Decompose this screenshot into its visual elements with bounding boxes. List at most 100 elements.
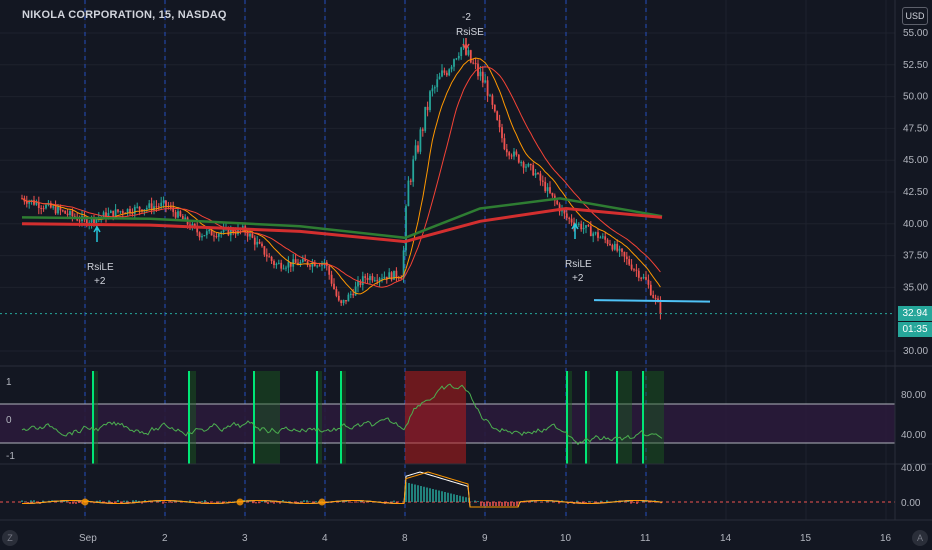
candle-body xyxy=(623,251,626,257)
candle-body xyxy=(328,265,331,275)
price-tick-label: 30.00 xyxy=(903,346,928,357)
candle-body xyxy=(484,80,487,83)
candle-body xyxy=(112,210,115,217)
last-price-tag: 32.94 xyxy=(898,306,932,321)
currency-button[interactable]: USD xyxy=(902,7,928,25)
price-tick-label: 35.00 xyxy=(903,282,928,293)
candle-body xyxy=(361,276,364,286)
candle-body xyxy=(568,217,571,219)
candle-body xyxy=(273,260,275,266)
candle-body xyxy=(378,278,381,281)
chart-title: NIKOLA CORPORATION, 15, NASDAQ xyxy=(22,9,227,21)
candle-body xyxy=(33,200,35,205)
candle-body xyxy=(628,259,631,265)
time-tick-label: Sep xyxy=(79,533,97,544)
candle-body xyxy=(474,63,477,65)
chart-canvas[interactable]: -2 RsiSE RsiLE +2 RsiLE +2 55.00 52.50 50.00 47.… xyxy=(0,0,932,550)
candle-body xyxy=(383,276,386,279)
auto-scale-button[interactable]: A xyxy=(912,530,928,546)
candle-body xyxy=(42,208,45,210)
candle-body xyxy=(527,163,530,167)
time-tick-label: 2 xyxy=(162,533,168,544)
candle-body xyxy=(539,173,542,181)
candle-body xyxy=(556,200,559,205)
candle-body xyxy=(503,138,506,150)
candle-body xyxy=(71,211,74,217)
candle-body xyxy=(604,236,607,240)
signal-sublabel: +2 xyxy=(572,273,584,284)
time-tick-label: 15 xyxy=(800,533,812,544)
candle-body xyxy=(381,278,383,280)
candle-body xyxy=(347,294,350,302)
countdown-tag: 01:35 xyxy=(898,322,932,337)
candle-body xyxy=(414,145,417,160)
candle-body xyxy=(78,220,81,222)
candle-body xyxy=(121,211,124,214)
candle-body xyxy=(54,206,57,214)
candle-body xyxy=(580,223,583,230)
candle-body xyxy=(330,274,333,284)
candle-body xyxy=(342,299,345,304)
candle-body xyxy=(469,50,472,63)
candle-body xyxy=(429,91,431,111)
candle-body xyxy=(520,162,523,164)
candle-body xyxy=(551,192,554,196)
candle-body xyxy=(496,111,499,121)
candle-body xyxy=(549,187,551,193)
candle-body xyxy=(563,209,566,214)
rsi-left-tick: -1 xyxy=(6,451,15,462)
candle-body xyxy=(594,232,597,234)
candle-body xyxy=(419,129,422,152)
candle-body xyxy=(265,254,268,257)
candle-body xyxy=(395,270,398,278)
candle-body xyxy=(601,236,604,238)
time-tick-label: 10 xyxy=(560,533,572,544)
macd-cross-marker xyxy=(236,498,244,506)
overbought-zone xyxy=(405,371,466,464)
candle-body xyxy=(57,206,59,214)
candle-body xyxy=(165,200,167,207)
candle-body xyxy=(436,79,439,88)
candle-body xyxy=(486,80,489,96)
candle-body xyxy=(577,223,580,225)
macd-cross-marker xyxy=(81,498,89,506)
candle-body xyxy=(340,300,343,304)
rsi-right-tick: 40.00 xyxy=(901,430,926,441)
candle-body xyxy=(162,200,165,203)
candle-body xyxy=(421,129,424,131)
candle-body xyxy=(37,202,40,208)
candle-body xyxy=(513,151,515,157)
candle-body xyxy=(25,201,28,204)
candle-body xyxy=(184,217,187,220)
long-signal-arrow xyxy=(93,225,101,242)
candle-body xyxy=(654,297,657,299)
candle-body xyxy=(525,166,527,168)
candle-body xyxy=(508,152,511,156)
candle-body xyxy=(301,259,304,263)
signal-label: RsiLE xyxy=(87,262,114,273)
candle-body xyxy=(145,207,148,210)
candle-body xyxy=(349,293,352,295)
candle-body xyxy=(637,270,640,278)
candle-body xyxy=(294,259,297,263)
candle-body xyxy=(268,256,271,258)
candle-body xyxy=(177,211,179,218)
candle-body xyxy=(138,206,141,210)
zoom-corner-button[interactable]: Z xyxy=(2,530,18,546)
candle-body xyxy=(621,248,623,252)
oversold-zone xyxy=(253,371,280,464)
candle-body xyxy=(117,209,119,212)
candle-body xyxy=(208,229,211,232)
candle-body xyxy=(611,245,614,250)
candle-body xyxy=(217,233,220,237)
candle-body xyxy=(522,162,525,168)
candle-body xyxy=(544,181,547,192)
candle-body xyxy=(52,206,55,208)
candle-body xyxy=(109,210,112,214)
oversold-zone xyxy=(642,371,664,464)
candle-body xyxy=(501,127,503,139)
candle-body xyxy=(215,236,218,238)
candle-body xyxy=(306,261,309,266)
candle-body xyxy=(649,284,652,296)
candle-body xyxy=(431,88,434,92)
